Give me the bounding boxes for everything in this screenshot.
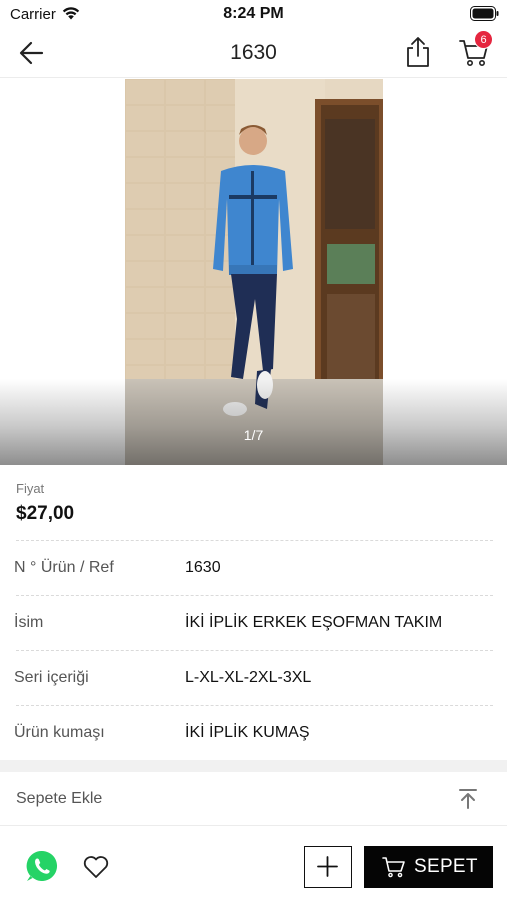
spec-label: Ürün kumaşı [14, 724, 105, 741]
nav-bar: 1630 [0, 28, 507, 78]
status-bar: Carrier 8:24 PM [0, 0, 507, 28]
spec-value: İKİ İPLİK ERKEK EŞOFMAN TAKIM [185, 614, 443, 631]
whatsapp-icon[interactable] [25, 849, 59, 883]
heart-icon[interactable] [82, 854, 110, 880]
section-separator [0, 760, 507, 772]
gallery-page-indicator: 1/7 [243, 427, 264, 443]
status-time: 8:24 PM [223, 5, 284, 22]
price-section: Fiyat $27,00 [0, 465, 507, 540]
spec-row-series: Seri içeriği L-XL-XL-2XL-3XL [0, 651, 507, 706]
plus-icon [317, 856, 338, 877]
scroll-to-top-icon[interactable] [457, 788, 479, 810]
spec-row-fabric: Ürün kumaşı İKİ İPLİK KUMAŞ [0, 706, 507, 761]
add-to-cart-row[interactable]: Sepete Ekle [0, 772, 507, 826]
bottom-action-bar: SEPET [0, 827, 507, 900]
spec-value: İKİ İPLİK KUMAŞ [185, 724, 310, 741]
spec-label: Seri içeriği [14, 669, 89, 686]
add-quantity-button[interactable] [304, 846, 352, 888]
cart-icon [382, 857, 405, 878]
price-label: Fiyat [16, 481, 45, 496]
add-to-cart-label: Sepete Ekle [16, 790, 103, 807]
sepet-button[interactable]: SEPET [364, 846, 493, 888]
cart-count-badge: 6 [474, 30, 493, 49]
sepet-label: SEPET [414, 856, 478, 877]
spec-row-name: İsim İKİ İPLİK ERKEK EŞOFMAN TAKIM [0, 596, 507, 651]
spec-value: L-XL-XL-2XL-3XL [185, 669, 312, 686]
back-arrow-icon[interactable] [18, 40, 48, 66]
gallery-shade [0, 379, 507, 465]
spec-row-ref: N ° Ürün / Ref 1630 [0, 541, 507, 596]
product-gallery[interactable]: 1/7 [0, 79, 507, 465]
spec-label: İsim [14, 614, 44, 631]
price-value: $27,00 [16, 503, 75, 524]
share-icon[interactable] [404, 36, 432, 68]
spec-label: N ° Ürün / Ref [14, 559, 114, 576]
battery-icon [470, 6, 499, 21]
spec-value: 1630 [185, 559, 221, 576]
